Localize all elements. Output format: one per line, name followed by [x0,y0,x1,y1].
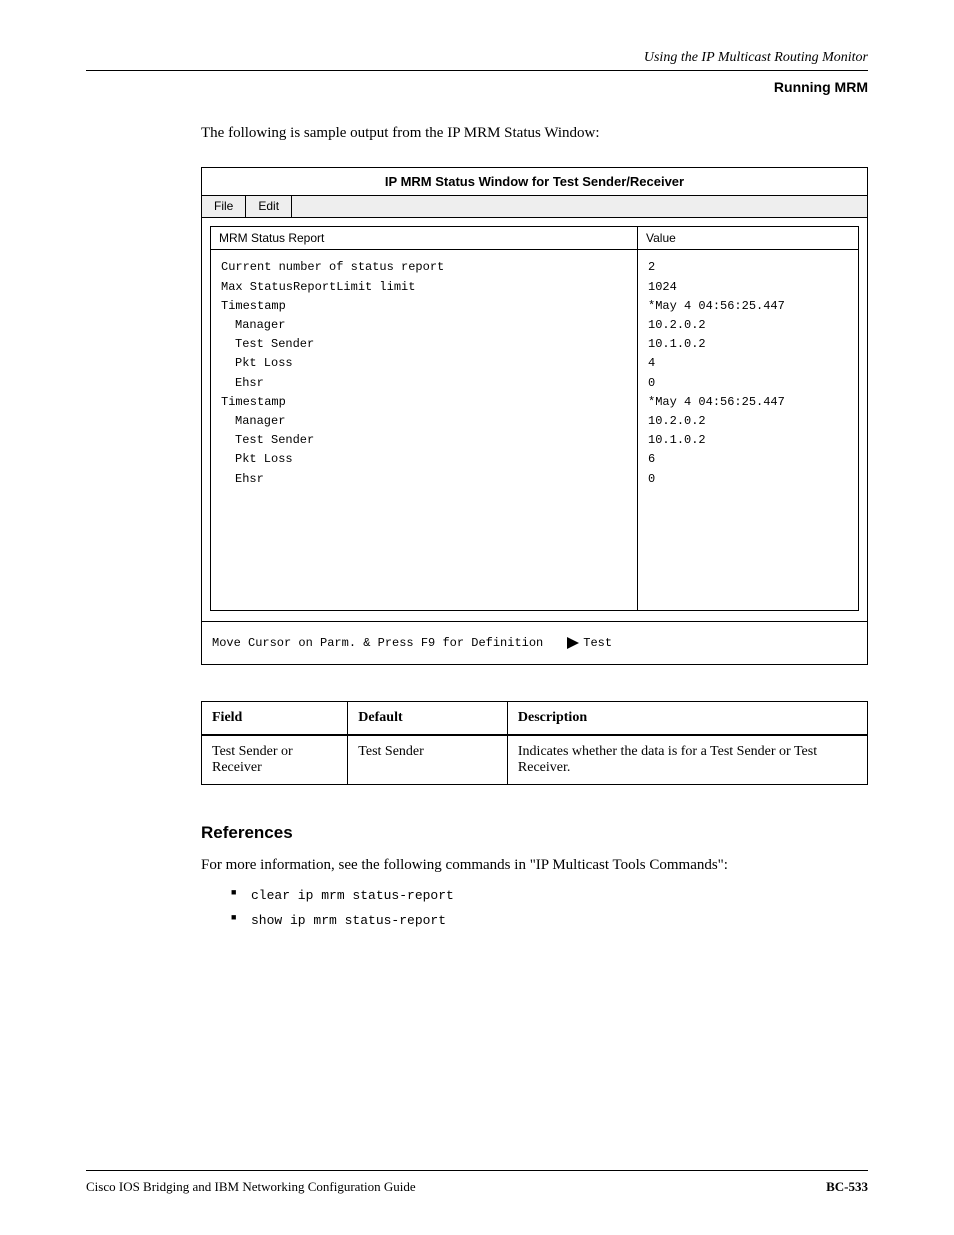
table-row: Timestamp [221,297,627,316]
defs-header-field: Field [202,702,348,734]
table-body-right: 2 1024 *May 4 04:56:25.447 10.2.0.2 10.1… [638,250,858,610]
table-row: 1024 [648,278,848,297]
defs-header: Field Default Description [202,702,867,736]
table-row: 4 [648,354,848,373]
table-row: Manager [221,412,627,431]
table-row: Ehsr [221,374,627,393]
list-item: clear ip mrm status-report [231,884,868,909]
list-item: show ip mrm status-report [231,909,868,934]
status-text: Move Cursor on Parm. & Press F9 for Defi… [212,636,543,650]
definitions-table: Field Default Description Test Sender or… [201,701,868,785]
defs-header-default: Default [348,702,508,734]
table-row: 10.2.0.2 [648,412,848,431]
table-row: 10.2.0.2 [648,316,848,335]
table-row: Current number of status report [221,258,627,277]
table-row: *May 4 04:56:25.447 [648,393,848,412]
table-row: 6 [648,450,848,469]
table-row: Ehsr [221,470,627,489]
table-body-left: Current number of status report Max Stat… [211,250,638,610]
footer-right: BC-533 [826,1179,868,1195]
table-row: 10.1.0.2 [648,431,848,450]
running-subhead: Running MRM [86,79,868,95]
play-icon [567,636,579,650]
window-title-bar: IP MRM Status Window for Test Sender/Rec… [202,168,867,196]
status-test-label: Test [583,636,612,650]
tab-file[interactable]: File [202,196,246,217]
table-row: Max StatusReportLimit limit [221,278,627,297]
footer-left: Cisco IOS Bridging and IBM Networking Co… [86,1179,416,1195]
table-row: Timestamp [221,393,627,412]
table-row: Test Sender [221,335,627,354]
running-head: Using the IP Multicast Routing Monitor [86,50,868,66]
references-list: clear ip mrm status-report show ip mrm s… [201,884,868,933]
table-row: *May 4 04:56:25.447 [648,297,848,316]
defs-row: Test Sender or Receiver Test Sender Indi… [202,736,867,784]
table-row: 2 [648,258,848,277]
intro-paragraph: The following is sample output from the … [201,123,868,143]
col-header-report: MRM Status Report [211,227,638,249]
table-row: Pkt Loss [221,354,627,373]
col-header-value: Value [638,227,858,249]
defs-cell-description: Indicates whether the data is for a Test… [508,736,867,784]
menu-bar: File Edit [202,196,867,218]
tab-edit[interactable]: Edit [246,196,292,217]
table-row: 0 [648,374,848,393]
references-heading: References [201,823,868,843]
table-row: Pkt Loss [221,450,627,469]
defs-cell-field: Test Sender or Receiver [202,736,348,784]
header-rule [86,70,868,71]
references-text: For more information, see the following … [201,857,868,874]
table-row: Manager [221,316,627,335]
table-row: Test Sender [221,431,627,450]
table-row: 10.1.0.2 [648,335,848,354]
table-row: 0 [648,470,848,489]
table-body: Current number of status report Max Stat… [211,250,858,610]
status-bar: Move Cursor on Parm. & Press F9 for Defi… [202,621,867,664]
table-header: MRM Status Report Value [211,227,858,250]
page-footer: Cisco IOS Bridging and IBM Networking Co… [86,1170,868,1195]
tab-spacer [292,196,867,217]
status-table: MRM Status Report Value Current number o… [210,226,859,611]
defs-cell-default: Test Sender [348,736,508,784]
defs-header-description: Description [508,702,867,734]
mrm-status-window: IP MRM Status Window for Test Sender/Rec… [201,167,868,665]
